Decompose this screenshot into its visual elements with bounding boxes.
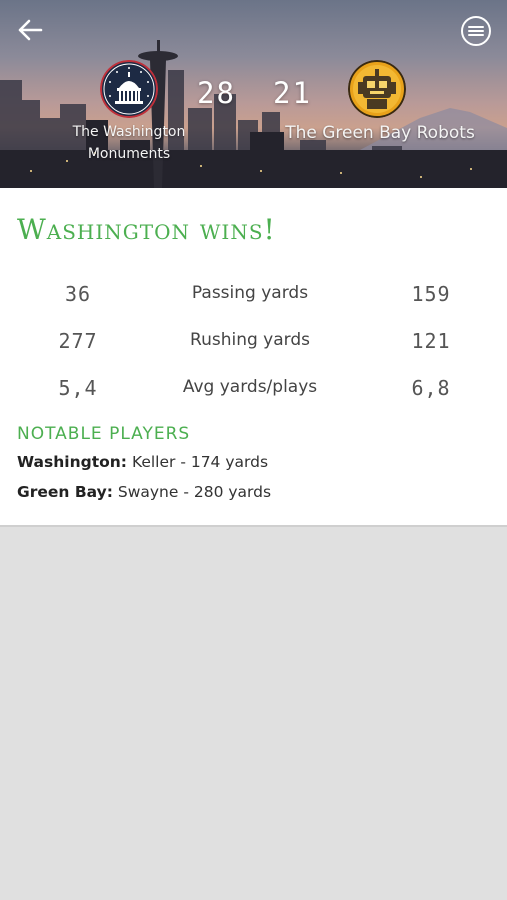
- hamburger-menu-icon: [461, 16, 491, 46]
- away-stat-value: 121: [411, 329, 451, 353]
- notable-player-home: Washington: Keller - 174 yards: [17, 453, 268, 471]
- arrow-left-icon: [18, 19, 43, 41]
- player-detail: Swayne - 280 yards: [117, 483, 272, 501]
- away-team: The Green Bay Robots: [278, 60, 482, 144]
- away-stat-value: 159: [411, 282, 451, 306]
- home-team-name: The Washington Monuments: [72, 124, 186, 162]
- home-stat-value: 36: [64, 282, 92, 306]
- stat-label: Passing yards: [191, 283, 309, 303]
- away-team-name: The Green Bay Robots: [285, 123, 475, 143]
- notable-player-away: Green Bay: Swayne - 280 yards: [17, 483, 271, 501]
- game-summary-card: Washington wins! 36 Passing yards 159 27…: [0, 188, 507, 527]
- stat-label: Avg yards/plays: [182, 377, 318, 397]
- stat-row-passing: 36 Passing yards 159: [0, 282, 507, 312]
- result-headline: Washington wins!: [17, 213, 276, 246]
- header-banner: The Washington Monuments 28 21 The Green…: [0, 0, 507, 188]
- away-stat-value: 6,8: [411, 376, 451, 400]
- capitol-dome-icon: [100, 60, 158, 118]
- player-detail: Keller - 174 yards: [131, 453, 269, 471]
- stat-label: Rushing yards: [190, 330, 310, 350]
- menu-button[interactable]: [460, 15, 492, 47]
- home-stat-value: 277: [58, 329, 98, 353]
- home-team: The Washington Monuments: [58, 60, 200, 165]
- player-team-label: Green Bay:: [17, 483, 113, 501]
- notable-players-title: NOTABLE PLAYERS: [17, 424, 191, 444]
- robot-icon: [348, 60, 406, 118]
- back-button[interactable]: [14, 14, 46, 46]
- stat-row-avg-yards: 5,4 Avg yards/plays 6,8: [0, 376, 507, 406]
- stat-row-rushing: 277 Rushing yards 121: [0, 329, 507, 359]
- home-score: 28: [197, 76, 236, 110]
- home-stat-value: 5,4: [58, 376, 98, 400]
- player-team-label: Washington:: [17, 453, 127, 471]
